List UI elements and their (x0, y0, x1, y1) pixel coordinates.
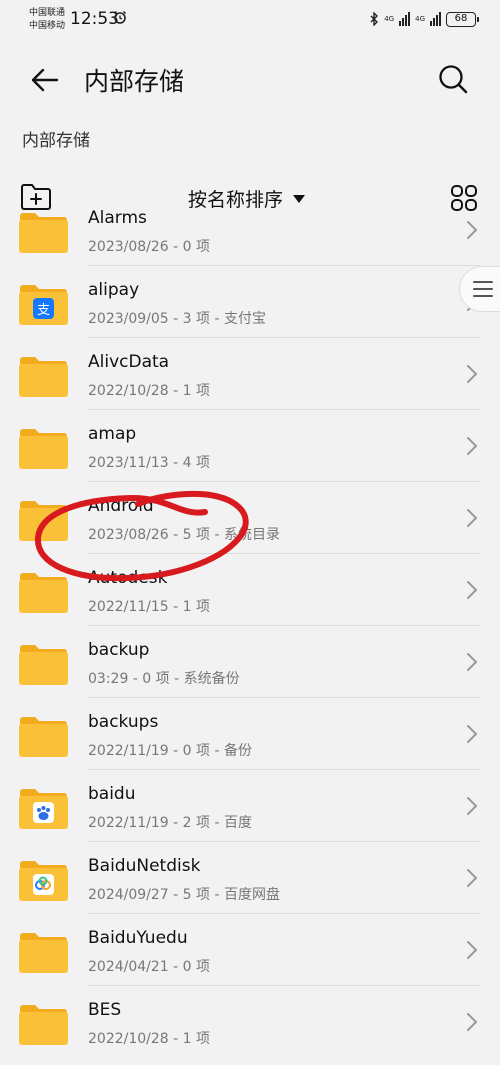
file-row[interactable]: Autodesk 2022/11/15 - 1 项 (0, 554, 500, 626)
signal-1-icon (399, 12, 411, 26)
chevron-right-icon (467, 653, 477, 671)
file-row[interactable]: baidu 2022/11/19 - 2 项 - 百度 (0, 770, 500, 842)
file-row[interactable]: 支 alipay 2023/09/05 - 3 项 - 支付宝 (0, 266, 500, 338)
folder-icon (18, 572, 69, 614)
chevron-right-icon (467, 437, 477, 455)
netdisk-folder-icon (18, 860, 69, 902)
file-meta: 2024/09/27 - 5 项 - 百度网盘 (88, 887, 280, 903)
file-name: baidu (88, 784, 136, 804)
chevron-right-icon (467, 1013, 477, 1031)
folder-icon (18, 932, 69, 974)
file-row[interactable]: amap 2023/11/13 - 4 项 (0, 410, 500, 482)
signal-2-icon (430, 12, 441, 26)
carrier-1: 中国联通 (29, 8, 66, 18)
chevron-right-icon (467, 509, 477, 527)
network-type-1: 4G (384, 14, 395, 23)
folder-icon (18, 212, 69, 254)
folder-icon (18, 716, 69, 758)
chevron-right-icon (467, 221, 477, 239)
chevron-right-icon (467, 797, 477, 815)
file-row[interactable]: Alarms 2023/08/26 - 0 项 (0, 194, 500, 266)
file-row[interactable]: AlivcData 2022/10/28 - 1 项 (0, 338, 500, 410)
svg-text:支: 支 (37, 303, 50, 318)
search-icon[interactable] (437, 63, 469, 95)
clock: 12:53 (70, 9, 119, 29)
file-name: backup (88, 640, 150, 660)
file-meta: 2022/10/28 - 1 项 (88, 1031, 211, 1047)
file-name: BES (88, 1000, 122, 1020)
folder-icon (18, 500, 69, 542)
file-meta: 2023/08/26 - 5 项 - 系统目录 (88, 527, 280, 543)
file-meta: 2023/08/26 - 0 项 (88, 239, 211, 255)
chevron-right-icon (467, 869, 477, 887)
back-arrow-icon[interactable] (28, 63, 62, 97)
breadcrumb[interactable]: 内部存储 (22, 126, 90, 151)
file-name: BaiduNetdisk (88, 856, 201, 876)
battery-icon: 68 (446, 11, 479, 27)
status-icons: 4G 4G 68 (369, 9, 479, 29)
file-row[interactable]: backup 03:29 - 0 项 - 系统备份 (0, 626, 500, 698)
chevron-right-icon (467, 725, 477, 743)
alipay-folder-icon: 支 (18, 284, 69, 326)
file-meta: 03:29 - 0 项 - 系统备份 (88, 671, 240, 687)
carrier-labels: 中国联通 中国移动 (29, 7, 65, 33)
file-meta: 2023/11/13 - 4 项 (88, 455, 211, 471)
file-name: alipay (88, 280, 140, 300)
file-row[interactable]: BaiduYuedu 2024/04/21 - 0 项 (0, 914, 500, 986)
file-row[interactable]: BaiduNetdisk 2024/09/27 - 5 项 - 百度网盘 (0, 842, 500, 914)
file-row[interactable]: backups 2022/11/19 - 0 项 - 备份 (0, 698, 500, 770)
file-name: AlivcData (88, 352, 170, 372)
file-row[interactable]: Android 2023/08/26 - 5 项 - 系统目录 (0, 482, 500, 554)
file-meta: 2022/11/19 - 0 项 - 备份 (88, 743, 252, 759)
side-menu-handle[interactable] (459, 266, 500, 312)
file-meta: 2024/04/21 - 0 项 (88, 959, 211, 975)
page-title: 内部存储 (84, 67, 185, 96)
network-type-2: 4G (415, 14, 425, 23)
baidu-folder-icon (18, 788, 69, 830)
bluetooth-icon (370, 12, 379, 26)
folder-icon (18, 356, 69, 398)
file-name: BaiduYuedu (88, 928, 188, 948)
file-name: amap (88, 424, 137, 444)
file-name: Autodesk (88, 568, 168, 588)
chevron-right-icon (467, 581, 477, 599)
file-name: Android (88, 496, 154, 516)
file-meta: 2022/11/19 - 2 项 - 百度 (88, 815, 252, 831)
file-meta: 2022/10/28 - 1 项 (88, 383, 211, 399)
chevron-right-icon (467, 941, 477, 959)
status-bar: 中国联通 中国移动 12:53 4G 4G 68 (0, 0, 500, 44)
folder-icon (18, 1004, 69, 1046)
file-name: backups (88, 712, 159, 732)
carrier-2: 中国移动 (29, 21, 66, 31)
chevron-right-icon (467, 365, 477, 383)
file-name: Alarms (88, 208, 147, 228)
file-meta: 2022/11/15 - 1 项 (88, 599, 211, 615)
folder-icon (18, 644, 69, 686)
file-row[interactable]: BES 2022/10/28 - 1 项 (0, 986, 500, 1058)
folder-icon (18, 428, 69, 470)
file-meta: 2023/09/05 - 3 项 - 支付宝 (88, 311, 266, 327)
alarm-clock-icon (113, 10, 127, 24)
